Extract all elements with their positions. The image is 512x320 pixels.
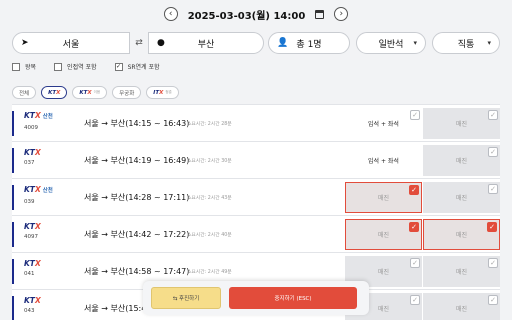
tab-itx[interactable]: ITX 청춘 <box>146 86 179 99</box>
train-row: KTX 산천 039 서울 → 부산(14:28 ~ 17:11) 소요시간: 2… <box>12 178 500 215</box>
standard-seat-cell[interactable]: 매진 ✓ <box>345 219 422 250</box>
ktx-logo: KTX <box>24 296 41 305</box>
standard-seat-cell[interactable]: 매진 ✓ <box>345 182 422 213</box>
duration: 소요시간: 2시간 28분 <box>187 122 232 127</box>
filter-sr-link[interactable]: ✓ SR연계 포함 <box>114 62 160 71</box>
duration: 소요시간: 2시간 30분 <box>187 159 232 164</box>
first-class-seat-cell[interactable]: 매진 ✓ <box>423 256 500 287</box>
destination-field[interactable]: ● 부산 <box>148 32 264 54</box>
checkbox-checked[interactable]: ✓ <box>409 222 419 232</box>
date-label: 2025-03-03(월) 14:00 <box>187 10 306 22</box>
ktx-logo: KTX 산천 <box>24 111 53 120</box>
first-class-seat-cell[interactable]: 매진 ✓ <box>423 182 500 213</box>
checkbox-checked[interactable]: ✓ <box>487 222 497 232</box>
train-number: 4009 <box>24 125 38 131</box>
checkbox[interactable] <box>54 62 63 71</box>
origin-value: 서울 <box>62 39 80 50</box>
route-time: 서울 → 부산(14:28 ~ 17:11) <box>84 193 190 202</box>
checkbox-checked[interactable]: ✓ <box>114 62 123 71</box>
passenger-field[interactable]: 👤 총 1명 <box>268 32 350 54</box>
passenger-value: 총 1명 <box>296 39 322 50</box>
checkbox[interactable]: ✓ <box>488 258 498 268</box>
navigation-arrow-icon: ➤ <box>21 38 29 48</box>
route-time: 서울 → 부산(14:19 ~ 16:49) <box>84 156 190 165</box>
ktx-eum-logo: KTX <box>79 89 92 96</box>
train-number: 039 <box>24 199 35 205</box>
swap-stations-button[interactable]: ⇄ <box>130 32 148 54</box>
back-button[interactable]: ⇆ 후진하기 <box>151 287 221 309</box>
prev-date-button[interactable]: ‹ <box>163 7 178 21</box>
date-navigation: ‹ 2025-03-03(월) 14:00 › <box>0 4 512 24</box>
checkbox[interactable]: ✓ <box>410 258 420 268</box>
train-number: 043 <box>24 308 35 314</box>
ktx-logo: KTX <box>48 89 61 96</box>
checkbox[interactable]: ✓ <box>488 110 498 120</box>
checkbox[interactable]: ✓ <box>488 295 498 305</box>
chevron-down-icon: ▾ <box>413 39 417 47</box>
chevron-down-icon: ▾ <box>487 39 491 47</box>
standard-seat-cell[interactable]: 입석 + 좌석 <box>345 145 422 176</box>
first-class-seat-cell[interactable]: 매진 ✓ <box>423 145 500 176</box>
train-id: KTX 4097 <box>24 222 74 240</box>
first-class-seat-cell[interactable]: 매진 ✓ <box>423 108 500 139</box>
checkbox[interactable]: ✓ <box>410 295 420 305</box>
location-pin-icon: ● <box>157 38 165 48</box>
tab-all[interactable]: 전체 <box>12 86 37 99</box>
checkbox[interactable]: ✓ <box>488 147 498 157</box>
train-id: KTX 041 <box>24 259 74 277</box>
ktx-logo: KTX <box>24 222 41 231</box>
tab-ktx[interactable]: KTX <box>41 86 68 99</box>
duration: 소요시간: 2시간 40분 <box>187 233 232 238</box>
train-row: KTX 산천 4009 서울 → 부산(14:15 ~ 16:43) 소요시간: … <box>12 104 500 141</box>
tab-ktx-eum[interactable]: KTX 이음 <box>72 86 108 99</box>
origin-field[interactable]: ➤ 서울 <box>12 32 130 54</box>
next-date-button[interactable]: › <box>334 7 349 21</box>
first-class-seat-cell[interactable]: 매진 ✓ <box>423 293 500 320</box>
train-type-value: 직통 <box>457 39 475 50</box>
train-row: KTX 4097 서울 → 부산(14:42 ~ 17:22) 소요시간: 2시… <box>12 215 500 252</box>
route-time: 서울 → 부산(14:58 ~ 17:47) <box>84 267 190 276</box>
train-id: KTX 043 <box>24 296 74 314</box>
swap-icon: ⇄ <box>135 38 143 48</box>
stop-button[interactable]: 중지하기 (ESC) <box>229 287 357 309</box>
route-time: 서울 → 부산(14:15 ~ 16:43) <box>84 119 190 128</box>
train-number: 4097 <box>24 234 38 240</box>
seat-class-select[interactable]: 일반석 ▾ <box>356 32 426 54</box>
filter-adjacent-stations[interactable]: 인접역 포함 <box>54 62 97 71</box>
train-id: KTX 산천 039 <box>24 185 74 205</box>
checkbox[interactable]: ✓ <box>488 184 498 194</box>
duration: 소요시간: 2시간 43분 <box>187 196 232 201</box>
person-icon: 👤 <box>277 38 289 48</box>
route-time: 서울 → 부산(15:45 <box>84 304 152 313</box>
train-row: KTX 037 서울 → 부산(14:19 ~ 16:49) 소요시간: 2시간… <box>12 141 500 178</box>
duration: 소요시간: 2시간 49분 <box>187 270 232 275</box>
train-type-tabs: 전체 KTX KTX 이음 무궁화 ITX 청춘 <box>12 86 179 99</box>
itx-logo: ITX <box>153 89 164 96</box>
ktx-logo: KTX <box>24 259 41 268</box>
train-type-select[interactable]: 직통 ▾ <box>432 32 500 54</box>
filter-round-trip[interactable]: 왕복 <box>12 62 36 71</box>
ktx-logo: KTX 산천 <box>24 185 53 194</box>
chevron-left-icon: ‹ <box>168 8 173 19</box>
route-time: 서울 → 부산(14:42 ~ 17:22) <box>84 230 190 239</box>
train-id: KTX 산천 4009 <box>24 111 74 131</box>
destination-value: 부산 <box>197 39 215 50</box>
filter-options: 왕복 인접역 포함 ✓ SR연계 포함 <box>12 62 160 71</box>
chevron-right-icon: › <box>339 8 344 19</box>
train-number: 041 <box>24 271 35 277</box>
action-footer: ⇆ 후진하기 중지하기 (ESC) <box>143 281 369 315</box>
standard-seat-cell[interactable]: 입석 + 좌석 ✓ <box>345 108 422 139</box>
checkbox[interactable] <box>12 62 20 71</box>
ktx-logo: KTX <box>24 148 41 157</box>
train-id: KTX 037 <box>24 148 74 166</box>
checkbox[interactable]: ✓ <box>410 110 420 120</box>
train-number: 037 <box>24 160 35 166</box>
tab-mugunghwa[interactable]: 무궁화 <box>112 86 142 99</box>
search-bar: ➤ 서울 ⇄ ● 부산 👤 총 1명 일반석 ▾ 직통 ▾ <box>12 30 500 56</box>
calendar-icon[interactable] <box>315 9 325 19</box>
first-class-seat-cell[interactable]: 매진 ✓ <box>423 219 500 250</box>
seat-class-value: 일반석 <box>378 39 404 50</box>
checkbox-checked[interactable]: ✓ <box>409 185 419 195</box>
